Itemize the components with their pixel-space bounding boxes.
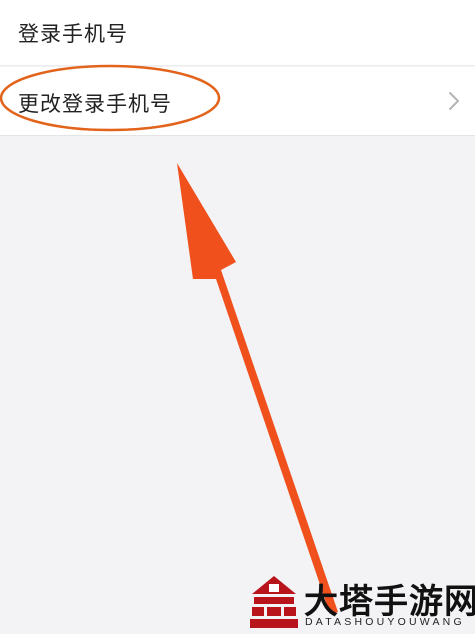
- login-phone-row: 登录手机号: [0, 0, 475, 66]
- watermark: 大塔手游网 DATASHOUYOUWANG: [250, 574, 475, 632]
- login-phone-label: 登录手机号: [18, 22, 128, 46]
- change-login-phone-label: 更改登录手机号: [18, 92, 172, 116]
- chevron-right-icon: [449, 92, 459, 110]
- arrow-pointer: [177, 163, 338, 614]
- tower-logo-icon: [250, 576, 298, 628]
- watermark-subtitle: DATASHOUYOUWANG: [305, 616, 465, 628]
- change-login-phone-row[interactable]: 更改登录手机号: [0, 67, 475, 136]
